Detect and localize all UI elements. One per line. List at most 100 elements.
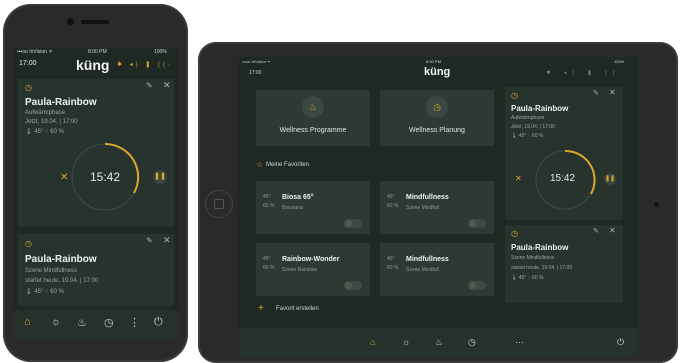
- status-carrier: •••oo InVision ᯤ: [242, 59, 271, 64]
- favorite-humidity: 60 %: [263, 203, 275, 209]
- close-icon[interactable]: ✕: [163, 80, 171, 91]
- header-status-icons[interactable]: ✱ ◂) ❚ ((·: [117, 61, 173, 68]
- nav-clock-icon[interactable]: ◷: [104, 316, 114, 329]
- phone-camera: [67, 18, 74, 25]
- nav-light-icon[interactable]: ☼: [402, 337, 410, 347]
- nav-more-icon[interactable]: ···: [515, 337, 524, 347]
- phone-speaker: [81, 20, 109, 24]
- header-time: 17:00: [249, 70, 262, 76]
- nav-more-icon[interactable]: ⋮: [129, 316, 140, 329]
- session-card-upcoming[interactable]: ◷ ✎ ✕ Paula-Rainbow Szene Mindfullness s…: [505, 225, 623, 303]
- clock-icon: ◷: [426, 96, 448, 118]
- favorite-desc: Szene Mindfull: [406, 205, 439, 211]
- bottom-nav: ⌂ ☼ ♨ ◷ ⋮ ⏻: [14, 310, 178, 338]
- session-stats: 🌡 45° ◌ 60 %: [25, 289, 64, 295]
- close-icon[interactable]: ✕: [163, 235, 171, 246]
- status-bar: •••oo InVision ᯤ 8:00 PM 100%: [239, 57, 638, 65]
- tablet-device: •••oo InVision ᯤ 8:00 PM 100% 17:00 küng…: [198, 42, 678, 363]
- status-time: 8:00 PM: [88, 49, 107, 55]
- clock-icon: ◷: [25, 239, 32, 248]
- favorite-card[interactable]: 45° 60 % Rainbow-Wonder Szene Rainbow: [256, 243, 370, 296]
- stop-button[interactable]: ✕: [515, 174, 522, 183]
- nav-sauna-icon[interactable]: ♨: [77, 316, 87, 329]
- edit-icon[interactable]: ✎: [146, 236, 153, 245]
- session-start: startet heute, 19.04. | 17:00: [25, 278, 99, 284]
- favorite-humidity: 60 %: [387, 203, 399, 209]
- nav-home-icon[interactable]: ⌂: [24, 316, 31, 328]
- session-start: Jetzt, 19.04. | 17:00: [511, 124, 555, 130]
- favorite-toggle[interactable]: [344, 281, 362, 290]
- session-phase: Szene Mindfullness: [511, 255, 555, 261]
- edit-icon[interactable]: ✎: [593, 227, 599, 235]
- status-battery: 100%: [614, 59, 625, 64]
- clock-icon: ◷: [511, 229, 518, 238]
- session-title: Paula-Rainbow: [25, 97, 97, 108]
- favorites-heading: Meine Favoriten: [266, 162, 310, 168]
- tablet-camera: [654, 202, 659, 207]
- phone-screen: •••oo InVision ᯤ 8:00 PM 100% 17:00 küng…: [14, 48, 178, 338]
- session-phase: Szene Mindfullness: [25, 268, 78, 274]
- session-stats: 🌡 45° ◌ 60 %: [511, 133, 544, 139]
- header-time: 17:00: [19, 60, 37, 67]
- nav-clock-icon[interactable]: ◷: [468, 337, 476, 348]
- favorite-toggle[interactable]: [468, 219, 486, 228]
- session-title: Paula-Rainbow: [25, 254, 97, 265]
- tile-wellness-programme[interactable]: ♨ Wellness Programme: [256, 90, 370, 146]
- edit-icon[interactable]: ✎: [593, 89, 599, 97]
- nav-light-icon[interactable]: ☼: [51, 316, 61, 328]
- status-bar: •••oo InVision ᯤ 8:00 PM 100%: [14, 48, 178, 56]
- favorite-card[interactable]: 45° 60 % Mindfullness Szene Mindfull: [380, 243, 494, 296]
- session-stats: 🌡 45° ◌ 60 %: [25, 129, 64, 135]
- session-phase: Aufwärmphase: [511, 115, 545, 121]
- nav-sauna-icon[interactable]: ♨: [435, 337, 443, 348]
- favorite-name: Mindfullness: [406, 256, 449, 263]
- app-logo: küng: [424, 66, 451, 78]
- status-time: 8:00 PM: [426, 59, 441, 64]
- app-header: 17:00 küng ✱ ◂) ❚ ((·: [14, 56, 178, 78]
- favorite-temp: 45°: [263, 194, 271, 200]
- session-phase: Aufwärmphase: [25, 110, 66, 116]
- stop-button[interactable]: ✕: [60, 172, 68, 183]
- session-card-upcoming[interactable]: ◷ ✎ ✕ Paula-Rainbow Szene Mindfullness s…: [18, 234, 174, 306]
- favorite-humidity: 60 %: [387, 265, 399, 271]
- tile-label: Wellness Programme: [279, 127, 347, 134]
- edit-icon[interactable]: ✎: [146, 81, 153, 90]
- header-status-icons[interactable]: ✱ ◂) ❚ ((·: [546, 70, 628, 76]
- favorite-temp: 45°: [263, 256, 271, 262]
- bottom-nav: ⌂ ☼ ♨ ◷ ··· ⏻: [239, 328, 638, 358]
- session-card-active[interactable]: ◷ ✎ ✕ Paula-Rainbow Aufwärmphase Jetzt, …: [505, 87, 623, 220]
- nav-power-icon[interactable]: ⏻: [154, 316, 163, 329]
- session-start: startet heute, 19.04. | 17:00: [511, 265, 573, 271]
- favorite-name: Biosa 65°: [282, 194, 314, 201]
- favorite-name: Mindfullness: [406, 194, 449, 201]
- tablet-screen: •••oo InVision ᯤ 8:00 PM 100% 17:00 küng…: [239, 57, 638, 358]
- favorite-toggle[interactable]: [344, 219, 362, 228]
- plus-icon[interactable]: +: [258, 303, 264, 314]
- close-icon[interactable]: ✕: [609, 226, 616, 235]
- favorite-desc: Szene Rainbow: [282, 267, 318, 273]
- nav-power-icon[interactable]: ⏻: [617, 337, 624, 348]
- add-favorite-button[interactable]: Favorit erstellen: [276, 306, 319, 312]
- session-title: Paula-Rainbow: [511, 243, 569, 252]
- favorite-desc: Szene Mindfull: [406, 267, 439, 273]
- pause-button[interactable]: ❚❚: [604, 173, 616, 185]
- phone-device: •••oo InVision ᯤ 8:00 PM 100% 17:00 küng…: [3, 4, 188, 362]
- sauna-icon: ♨: [302, 96, 324, 118]
- close-icon[interactable]: ✕: [609, 88, 616, 97]
- status-carrier: •••oo InVision ᯤ: [17, 49, 53, 55]
- timer-display: 15:42: [550, 173, 576, 184]
- clock-icon: ◷: [25, 83, 32, 92]
- nav-home-icon[interactable]: ⌂: [370, 337, 375, 347]
- favorite-toggle[interactable]: [468, 281, 486, 290]
- session-card-active[interactable]: ◷ ✎ ✕ Paula-Rainbow Aufwärmphase Jetzt, …: [18, 79, 174, 227]
- tile-wellness-planung[interactable]: ◷ Wellness Planung: [380, 90, 494, 146]
- star-icon: ☆: [256, 160, 264, 169]
- favorite-card[interactable]: 45° 60 % Mindfullness Szene Mindfull: [380, 181, 494, 234]
- favorite-desc: Biosauna: [282, 205, 303, 211]
- favorite-humidity: 60 %: [263, 265, 275, 271]
- favorite-card[interactable]: 45° 60 % Biosa 65° Biosauna: [256, 181, 370, 234]
- home-button[interactable]: [205, 190, 233, 218]
- session-stats: 🌡 45° ◌ 60 %: [511, 275, 544, 281]
- app-logo: küng: [76, 57, 110, 73]
- pause-button[interactable]: ❚❚: [153, 170, 167, 184]
